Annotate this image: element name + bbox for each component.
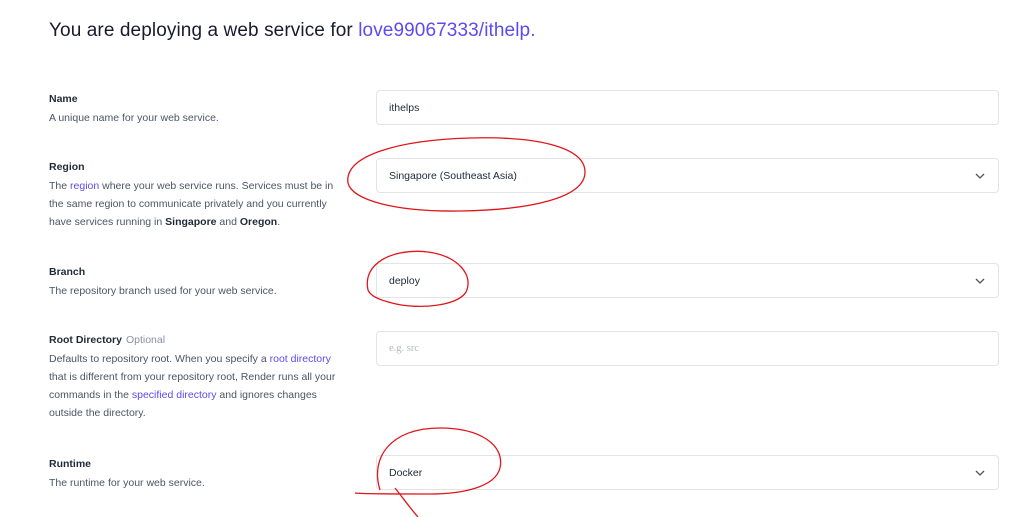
page-title: You are deploying a web service for love… [49,20,536,42]
runtime-description: The runtime for your web service. [49,477,205,489]
branch-select[interactable]: deploy [376,263,999,298]
region-link[interactable]: region [70,180,99,192]
root-directory-link[interactable]: root directory [270,353,331,365]
chevron-down-icon [974,170,986,182]
specified-directory-link[interactable]: specified directory [132,389,217,401]
repo-link[interactable]: love99067333/ithelp. [358,20,535,41]
chevron-down-icon [974,467,986,479]
region-label: Region [49,161,85,173]
region-select-value: Singapore (Southeast Asia) [389,169,517,182]
name-description: A unique name for your web service. [49,112,219,124]
name-input-value: ithelps [389,101,420,114]
branch-description: The repository branch used for your web … [49,285,277,297]
region-description: The region where your web service runs. … [49,180,334,228]
region-select[interactable]: Singapore (Southeast Asia) [376,158,999,193]
root-directory-description: Defaults to repository root. When you sp… [49,353,336,419]
optional-tag: Optional [125,334,166,346]
name-label: Name [49,93,78,105]
page-title-text: You are deploying a web service for [49,20,353,41]
annotation-overlay [347,137,586,517]
runtime-select-value: Docker [389,466,423,479]
root-directory-input[interactable]: e.g. src [376,331,999,366]
runtime-label: Runtime [49,458,91,470]
root-directory-placeholder: e.g. src [389,343,420,354]
chevron-down-icon [974,275,986,287]
name-input[interactable]: ithelps [376,90,999,125]
branch-select-value: deploy [389,274,420,287]
runtime-select[interactable]: Docker [376,455,999,490]
branch-label: Branch [49,266,86,278]
root-directory-label: Root Directory Optional [49,334,166,346]
